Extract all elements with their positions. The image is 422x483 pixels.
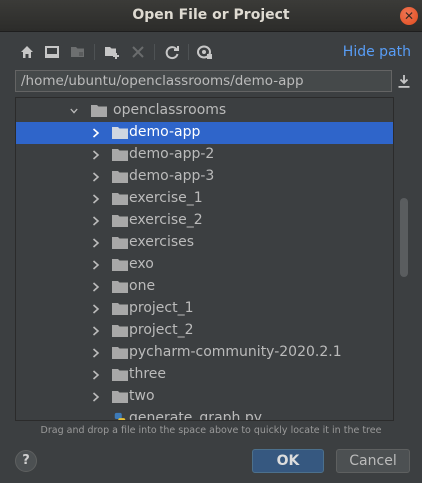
toolbar: Hide path (0, 38, 422, 66)
chevron-right-icon[interactable] (92, 150, 100, 160)
folder-icon (112, 259, 128, 271)
tree-folder-label: project_1 (129, 300, 194, 316)
toolbar-separator (154, 44, 155, 60)
chevron-right-icon[interactable] (92, 260, 100, 270)
refresh-icon[interactable] (164, 44, 180, 60)
tree-folder-row[interactable]: project_2 (16, 320, 393, 342)
chevron-right-icon[interactable] (92, 172, 100, 182)
chevron-right-icon[interactable] (92, 216, 100, 226)
chevron-right-icon[interactable] (92, 128, 100, 138)
folder-icon (112, 347, 128, 359)
folder-icon (112, 369, 128, 381)
title-bar: Open File or Project ✕ (0, 0, 422, 32)
home-icon[interactable] (19, 44, 35, 60)
tree-folder-row[interactable]: one (16, 276, 393, 298)
window-title: Open File or Project (132, 7, 290, 23)
folder-icon (91, 105, 107, 117)
tree-file-label: generate_graph.py (129, 410, 263, 421)
desktop-icon[interactable] (44, 44, 60, 60)
folder-icon (112, 149, 128, 161)
tree-folder-label: three (129, 366, 167, 382)
file-tree[interactable]: openclassrooms demo-app demo-app-2 demo-ap… (15, 97, 394, 421)
folder-icon (112, 127, 128, 139)
tree-folder-row[interactable]: project_1 (16, 298, 393, 320)
download-icon[interactable] (397, 73, 411, 89)
chevron-down-icon[interactable] (70, 106, 78, 116)
tree-folder-row[interactable]: pycharm-community-2020.2.1 (16, 342, 393, 364)
project-folder-icon[interactable] (70, 44, 86, 60)
chevron-right-icon[interactable] (92, 304, 100, 314)
tree-folder-label: one (129, 278, 156, 294)
toolbar-separator (188, 44, 189, 60)
tree-folder-row[interactable]: exercises (16, 232, 393, 254)
folder-icon (112, 237, 128, 249)
folder-icon (112, 281, 128, 293)
scrollbar-thumb[interactable] (400, 198, 408, 277)
tree-folder-label: exercises (129, 234, 195, 250)
tree-folder-label: two (129, 388, 155, 404)
folder-icon (112, 193, 128, 205)
tree-folder-row[interactable]: two (16, 386, 393, 408)
drag-drop-hint: Drag and drop a file into the space abov… (40, 425, 382, 436)
close-button[interactable]: ✕ (400, 7, 418, 25)
path-field[interactable]: /home/ubuntu/openclassrooms/demo-app (15, 70, 392, 92)
chevron-right-icon[interactable] (92, 348, 100, 358)
folder-icon (112, 303, 128, 315)
toolbar-separator (94, 44, 95, 60)
cancel-button[interactable]: Cancel (336, 449, 410, 473)
tree-folder-row[interactable]: exercise_2 (16, 210, 393, 232)
folder-icon (112, 215, 128, 227)
chevron-right-icon[interactable] (92, 282, 100, 292)
tree-folder-row[interactable]: exercise_1 (16, 188, 393, 210)
tree-file-row[interactable]: generate_graph.py (16, 408, 393, 421)
folder-icon (112, 391, 128, 403)
tree-folder-row[interactable]: demo-app-2 (16, 144, 393, 166)
tree-folder-label: pycharm-community-2020.2.1 (129, 344, 342, 360)
tree-folder-label: project_2 (129, 322, 194, 338)
tree-folder-label: exercise_2 (129, 212, 203, 228)
chevron-right-icon[interactable] (92, 370, 100, 380)
tree-folder-label: exo (129, 256, 154, 272)
help-button[interactable]: ? (15, 450, 37, 472)
tree-parent-label: openclassrooms (113, 102, 227, 118)
chevron-right-icon[interactable] (92, 326, 100, 336)
tree-folder-label: demo-app-2 (129, 146, 215, 162)
new-folder-icon[interactable] (104, 44, 120, 60)
tree-folder-label: exercise_1 (129, 190, 203, 206)
python-file-icon (114, 412, 126, 420)
delete-icon[interactable] (130, 44, 146, 60)
tree-folder-label: demo-app-3 (129, 168, 215, 184)
ok-button[interactable]: OK (252, 449, 324, 473)
chevron-right-icon[interactable] (92, 392, 100, 402)
tree-folder-row[interactable]: demo-app (16, 122, 393, 144)
chevron-right-icon[interactable] (92, 194, 100, 204)
hide-path-link[interactable]: Hide path (343, 44, 411, 60)
show-hidden-icon[interactable] (197, 44, 213, 60)
tree-folder-label: demo-app (129, 124, 201, 140)
chevron-right-icon[interactable] (92, 238, 100, 248)
tree-parent-row[interactable]: openclassrooms (16, 100, 393, 122)
tree-folder-row[interactable]: demo-app-3 (16, 166, 393, 188)
folder-icon (112, 325, 128, 337)
folder-icon (112, 171, 128, 183)
tree-folder-row[interactable]: exo (16, 254, 393, 276)
tree-folder-row[interactable]: three (16, 364, 393, 386)
